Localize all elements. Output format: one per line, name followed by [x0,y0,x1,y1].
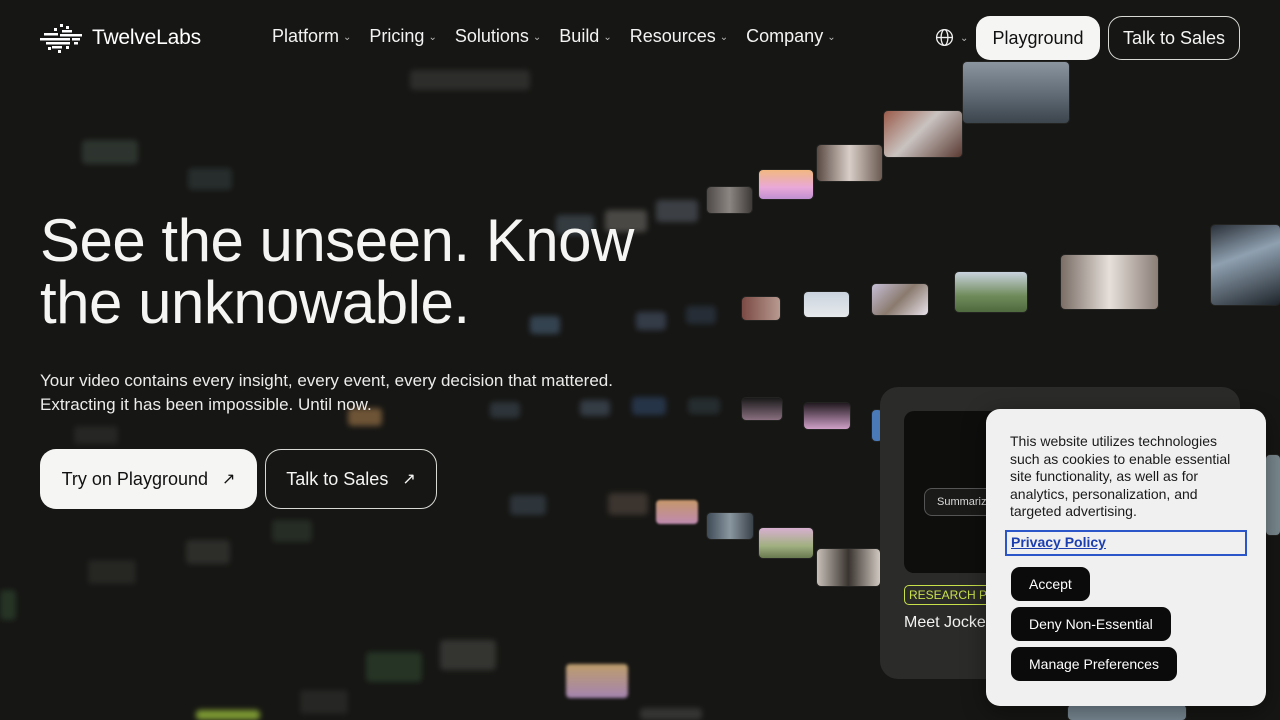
accept-button[interactable]: Accept [1011,567,1090,601]
chevron-down-icon: ⌄ [827,32,836,43]
hero-title: See the unseen. Know the unknowable. [40,207,634,336]
video-thumbnail [608,493,648,515]
nav-pricing[interactable]: Pricing ⌄ [369,26,436,47]
nav-resources[interactable]: Resources ⌄ [630,26,728,47]
language-selector[interactable]: ⌄ [935,28,968,47]
hero-talk-to-sales-button[interactable]: Talk to Sales ↗ [265,449,437,509]
cookie-consent-dialog: This website utilizes technologies such … [986,409,1266,706]
nav-label: Solutions [454,26,529,46]
chevron-down-icon: ⌄ [532,32,542,43]
video-thumbnail [707,187,752,213]
twelvelabs-logo-icon [40,24,82,53]
video-thumbnail [872,284,928,315]
video-thumbnail [688,398,720,414]
hero-subtitle-line: Extracting it has been impossible. Until… [40,395,372,414]
video-thumbnail [196,710,260,720]
video-thumbnail [1061,255,1158,309]
video-thumbnail [566,664,628,698]
video-thumbnail [686,306,716,324]
chevron-down-icon: ⌄ [960,33,969,44]
nav-label: Pricing [369,26,425,46]
nav-label: Resources [629,26,716,46]
video-thumbnail [656,500,698,524]
hero-subtitle: Your video contains every insight, every… [40,369,680,417]
chevron-down-icon: ⌄ [719,32,729,43]
main-nav: Platform ⌄ Pricing ⌄ Solutions ⌄ Build ⌄… [272,26,854,47]
nav-label: Platform [272,26,340,46]
video-thumbnail [1266,455,1280,535]
video-thumbnail [440,640,496,670]
try-on-playground-button[interactable]: Try on Playground ↗ [40,449,257,509]
nav-label: Company [746,26,824,46]
cta-label: Try on Playground [61,468,208,489]
video-thumbnail [88,560,136,584]
video-thumbnail [0,590,16,620]
video-thumbnail [82,140,138,164]
video-thumbnail [955,272,1027,312]
video-thumbnail [1211,225,1280,305]
video-thumbnail [640,708,702,720]
video-thumbnail [74,426,118,444]
video-thumbnail [804,403,850,429]
video-thumbnail [742,297,780,320]
logo-text: TwelveLabs [92,26,201,49]
cta-label: Talk to Sales [286,468,389,489]
video-thumbnail [410,70,530,90]
video-thumbnail [272,520,312,542]
video-thumbnail [1068,705,1186,720]
video-thumbnail [742,398,782,420]
nav-solutions[interactable]: Solutions ⌄ [455,26,541,47]
nav-label: Build [559,26,600,46]
video-thumbnail [186,540,230,564]
arrow-up-right-icon: ↗ [402,471,416,488]
video-thumbnail [510,495,546,515]
brand-logo[interactable]: TwelveLabs [40,22,201,54]
deny-non-essential-button[interactable]: Deny Non-Essential [1011,607,1171,641]
nav-platform[interactable]: Platform ⌄ [272,26,351,47]
video-thumbnail [817,549,880,586]
arrow-up-right-icon: ↗ [222,471,236,488]
globe-icon [935,28,954,47]
nav-build[interactable]: Build ⌄ [559,26,611,47]
video-thumbnail [884,111,962,157]
playground-button[interactable]: Playground [976,16,1100,60]
video-thumbnail [759,528,813,558]
video-thumbnail [300,690,348,714]
video-thumbnail [366,652,422,682]
privacy-policy-link[interactable]: Privacy Policy [1005,530,1247,556]
hero-subtitle-line: Your video contains every insight, every… [40,371,613,390]
video-thumbnail [804,292,849,317]
manage-preferences-button[interactable]: Manage Preferences [1011,647,1177,681]
chevron-down-icon: ⌄ [343,32,352,43]
chevron-down-icon: ⌄ [428,32,437,43]
cookie-message: This website utilizes technologies such … [1010,433,1231,519]
chevron-down-icon: ⌄ [603,32,612,43]
video-thumbnail [817,145,882,181]
nav-company[interactable]: Company ⌄ [746,26,835,47]
video-thumbnail [963,62,1069,123]
video-thumbnail [759,170,813,199]
video-thumbnail [707,513,753,539]
video-thumbnail [188,168,232,190]
talk-to-sales-button[interactable]: Talk to Sales [1108,16,1240,60]
